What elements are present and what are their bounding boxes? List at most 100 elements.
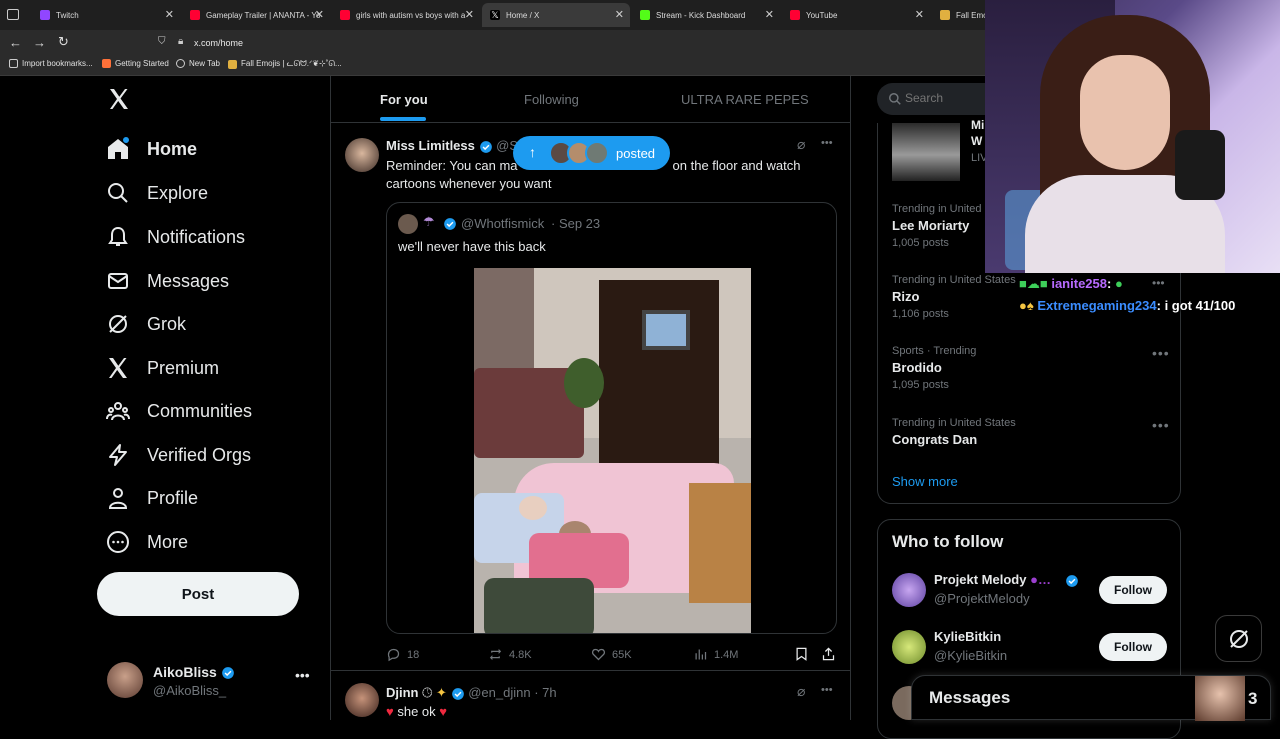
trend-partial-subtitle[interactable]: W (971, 134, 982, 148)
new-posts-pill[interactable]: ↑ posted (513, 136, 670, 170)
post-button[interactable]: Post (97, 572, 299, 616)
back-icon[interactable]: ← (9, 35, 22, 50)
tv-screen (642, 310, 690, 350)
nav-notifications[interactable]: Notifications (106, 222, 245, 252)
follow-suggestion[interactable]: KylieBitkin @KylieBitkin Follow (892, 629, 1172, 673)
x-logo-icon[interactable] (107, 87, 131, 113)
nav-premium[interactable]: Premium (106, 353, 219, 383)
nav-verified-orgs[interactable]: Verified Orgs (106, 440, 251, 470)
quoted-tweet[interactable]: ☂ @Whotfismick · Sep 23 we'll never have… (386, 202, 837, 634)
chat-badge-icon: ●♠ (1019, 298, 1034, 313)
folder-icon (228, 59, 237, 69)
bookmark-fall-emojis[interactable]: Fall Emojis | ᓚᘏᗢ.ᐟ❦⊹˚ᘏ... (228, 59, 342, 69)
nav-communities[interactable]: Communities (106, 396, 252, 426)
close-tab-icon[interactable]: ✕ (615, 8, 624, 21)
grok-icon (109, 315, 127, 333)
person-icon (108, 488, 128, 509)
lock-icon[interactable]: 🔒︎ (178, 36, 183, 47)
account-handle: @AikoBliss_ (153, 683, 227, 698)
quote-text: we'll never have this back (398, 239, 546, 254)
bookmark-new-tab[interactable]: New Tab (176, 59, 220, 68)
tab-overview-icon[interactable] (7, 9, 19, 20)
follow-button[interactable]: Follow (1099, 633, 1167, 661)
close-tab-icon[interactable]: ✕ (165, 8, 174, 21)
more-dots-icon[interactable]: ••• (821, 684, 833, 696)
tweet-author-handle[interactable]: @en_djinn (468, 685, 530, 700)
suggestion-name: KylieBitkin (934, 629, 1002, 644)
repost-button[interactable]: 4.8K (488, 647, 532, 662)
close-tab-icon[interactable]: ✕ (315, 8, 324, 21)
browser-tab-girls-with-autism[interactable]: girls with autism vs boys with a ✕ (332, 3, 480, 27)
forward-icon[interactable]: → (33, 35, 46, 50)
close-tab-icon[interactable]: ✕ (915, 8, 924, 21)
share-icon[interactable] (821, 646, 836, 662)
trend-thumbnail[interactable] (892, 123, 960, 181)
nav-explore[interactable]: Explore (106, 178, 208, 208)
bookmark-import[interactable]: Import bookmarks... (9, 59, 93, 68)
nav-profile[interactable]: Profile (106, 483, 198, 513)
close-tab-icon[interactable]: ✕ (465, 8, 474, 21)
folder-icon (940, 10, 950, 20)
browser-tab-gameplay-trailer[interactable]: Gameplay Trailer | ANANTA - Yo ✕ (182, 3, 330, 27)
chat-message: ●♠ Extremegaming234: i got 41/100 (1019, 298, 1236, 313)
close-tab-icon[interactable]: ✕ (765, 8, 774, 21)
browser-tab-youtube[interactable]: YouTube ✕ (782, 3, 930, 27)
tab-ultra-rare-pepes[interactable]: ULTRA RARE PEPES (681, 92, 809, 107)
views-button[interactable]: 1.4M (693, 647, 738, 662)
nav-messages[interactable]: Messages (106, 266, 229, 296)
umbrella-emoji-icon: ☂ (423, 214, 435, 229)
home-icon (108, 137, 129, 159)
view-count: 1.4M (714, 648, 739, 661)
envelope-icon (108, 273, 128, 289)
posted-label: posted (616, 146, 656, 161)
grok-icon[interactable]: ⌀ (797, 683, 805, 700)
shield-icon[interactable]: ⛉ (158, 36, 166, 47)
avatar[interactable] (345, 138, 379, 172)
trend-item[interactable]: Sports · Trending Brodido 1,095 posts (892, 345, 1172, 391)
tweet[interactable]: Djinn 🕓︎ ✦ @en_djinn · 7h ⌀ ••• ♥ she ok… (331, 673, 850, 723)
more-circle-icon (107, 531, 129, 553)
tweet[interactable]: Miss Limitless @S ⌀ ••• Reminder: You ca… (331, 126, 850, 671)
verified-badge-icon (451, 687, 464, 700)
more-dots-icon[interactable]: ••• (1152, 345, 1170, 361)
bar-chart-icon (695, 649, 707, 660)
browser-tab-home-x[interactable]: 𝕏 Home / X ✕ (482, 3, 630, 27)
more-dots-icon[interactable]: ••• (295, 667, 310, 683)
avatar[interactable] (345, 683, 379, 717)
nav-grok[interactable]: Grok (106, 309, 186, 339)
more-dots-icon[interactable]: ••• (1152, 276, 1165, 290)
nav-more[interactable]: More (106, 527, 188, 557)
tweet-author-name[interactable]: Miss Limitless (386, 138, 475, 153)
browser-tab-fall-emoji[interactable]: Fall Emoji (932, 3, 992, 27)
grok-floating-button[interactable] (1215, 615, 1262, 662)
account-switcher[interactable]: AikoBliss @AikoBliss_ ••• (107, 662, 317, 702)
browser-tab-kick-dashboard[interactable]: Stream - Kick Dashboard ✕ (632, 3, 780, 27)
reply-button[interactable]: 18 (386, 647, 419, 662)
more-dots-icon[interactable]: ••• (821, 137, 833, 149)
tab-following[interactable]: Following (524, 92, 579, 107)
tweet-photo[interactable] (474, 268, 751, 633)
address-bar[interactable]: ⛉ 🔒︎ x.com/home (150, 33, 980, 53)
follow-button[interactable]: Follow (1099, 576, 1167, 604)
reply-count: 18 (407, 648, 420, 661)
heart-icon (591, 648, 606, 661)
reload-icon[interactable]: ↻ (58, 34, 69, 50)
like-button[interactable]: 65K (591, 647, 632, 662)
chat-username: ianite258 (1051, 276, 1107, 291)
show-more-link[interactable]: Show more (892, 474, 958, 489)
trend-item[interactable]: Trending in United States Congrats Dan (892, 417, 1172, 447)
tab-for-you[interactable]: For you (380, 92, 428, 107)
bookmark-icon[interactable] (794, 646, 809, 662)
more-dots-icon[interactable]: ••• (1152, 417, 1170, 433)
clock-emoji-icon: 🕓︎ (422, 685, 433, 700)
follow-suggestion[interactable]: Projekt Melody ●… @ProjektMelody Follow (892, 572, 1172, 616)
bookmark-getting-started[interactable]: Getting Started (102, 59, 169, 68)
nav-home[interactable]: Home (106, 134, 197, 164)
trend-partial-title[interactable]: Mi (971, 118, 984, 132)
browser-tab-twitch[interactable]: Twitch ✕ (32, 3, 180, 27)
grok-icon[interactable]: ⌀ (797, 136, 805, 153)
like-count: 65K (612, 648, 632, 661)
tweet-author-name[interactable]: Djinn (386, 685, 419, 700)
url-text[interactable]: x.com/home (194, 38, 243, 48)
messages-drawer[interactable]: Messages 3 (911, 675, 1271, 721)
